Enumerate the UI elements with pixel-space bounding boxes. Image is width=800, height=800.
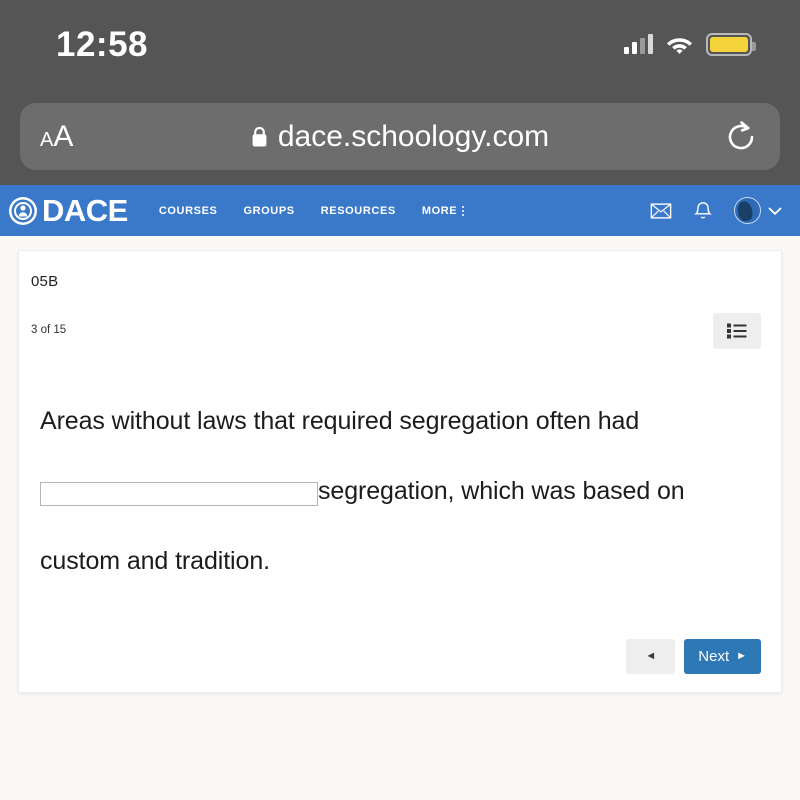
dace-logo[interactable]: DACE [8,195,128,226]
text-size-button[interactable]: A A [40,119,74,153]
signal-bars-icon [624,34,653,54]
triangle-left-icon: ◄ [645,650,657,662]
nav-item-resources[interactable]: RESOURCES [308,205,409,217]
envelope-icon[interactable] [650,200,672,222]
battery-fill [710,36,748,52]
nav-item-groups[interactable]: GROUPS [230,205,307,217]
fill-in-blank-input[interactable] [40,482,318,506]
reload-icon[interactable] [724,120,758,154]
text-size-small-a: A [40,128,54,151]
lock-icon [252,126,267,146]
primary-nav: COURSES GROUPS RESOURCES MORE [146,205,470,217]
list-view-icon [727,323,747,339]
next-question-button[interactable]: Next ► [684,639,761,674]
university-seal-icon [9,196,37,225]
chevron-down-icon [768,207,782,215]
nav-utility-icons [650,197,788,224]
status-bar-clock: 12:58 [56,24,149,64]
question-text: Areas without laws that required segrega… [40,386,740,596]
nav-item-courses[interactable]: COURSES [146,205,231,217]
assessment-card: 05B 3 of 15 Areas without laws that requ… [18,250,782,693]
url-text: dace.schoology.com [277,119,550,153]
bell-icon[interactable] [692,200,714,222]
brand-name: DACE [42,193,128,228]
wifi-icon [667,38,692,54]
user-avatar [734,197,761,224]
previous-question-button[interactable]: ◄ [626,639,676,674]
nav-item-more[interactable]: MORE [409,205,470,217]
battery-icon [706,32,756,56]
url-display: dace.schoology.com [251,119,550,153]
kebab-menu-icon [462,205,465,216]
text-size-large-a: A [53,119,74,153]
phone-screen: 12:58 A A dace.schoology.com DACE COURSE… [0,0,800,800]
account-menu[interactable] [734,197,782,224]
nav-item-more-label: MORE [421,204,458,217]
address-bar[interactable]: A A dace.schoology.com [20,103,780,170]
safari-toolbar: A A dace.schoology.com [0,88,800,185]
triangle-right-icon: ► [736,650,747,662]
ios-status-bar: 12:58 [0,0,800,88]
question-text-before: Areas without laws that required segrega… [40,407,640,435]
schoology-nav-bar: DACE COURSES GROUPS RESOURCES MORE [0,185,800,236]
question-navigation: ◄ Next ► [626,639,761,674]
list-view-button[interactable] [713,313,761,349]
next-button-label: Next [698,648,730,665]
page-title: 05B [31,273,59,290]
status-bar-indicators [624,32,756,56]
question-progress: 3 of 15 [31,324,67,336]
